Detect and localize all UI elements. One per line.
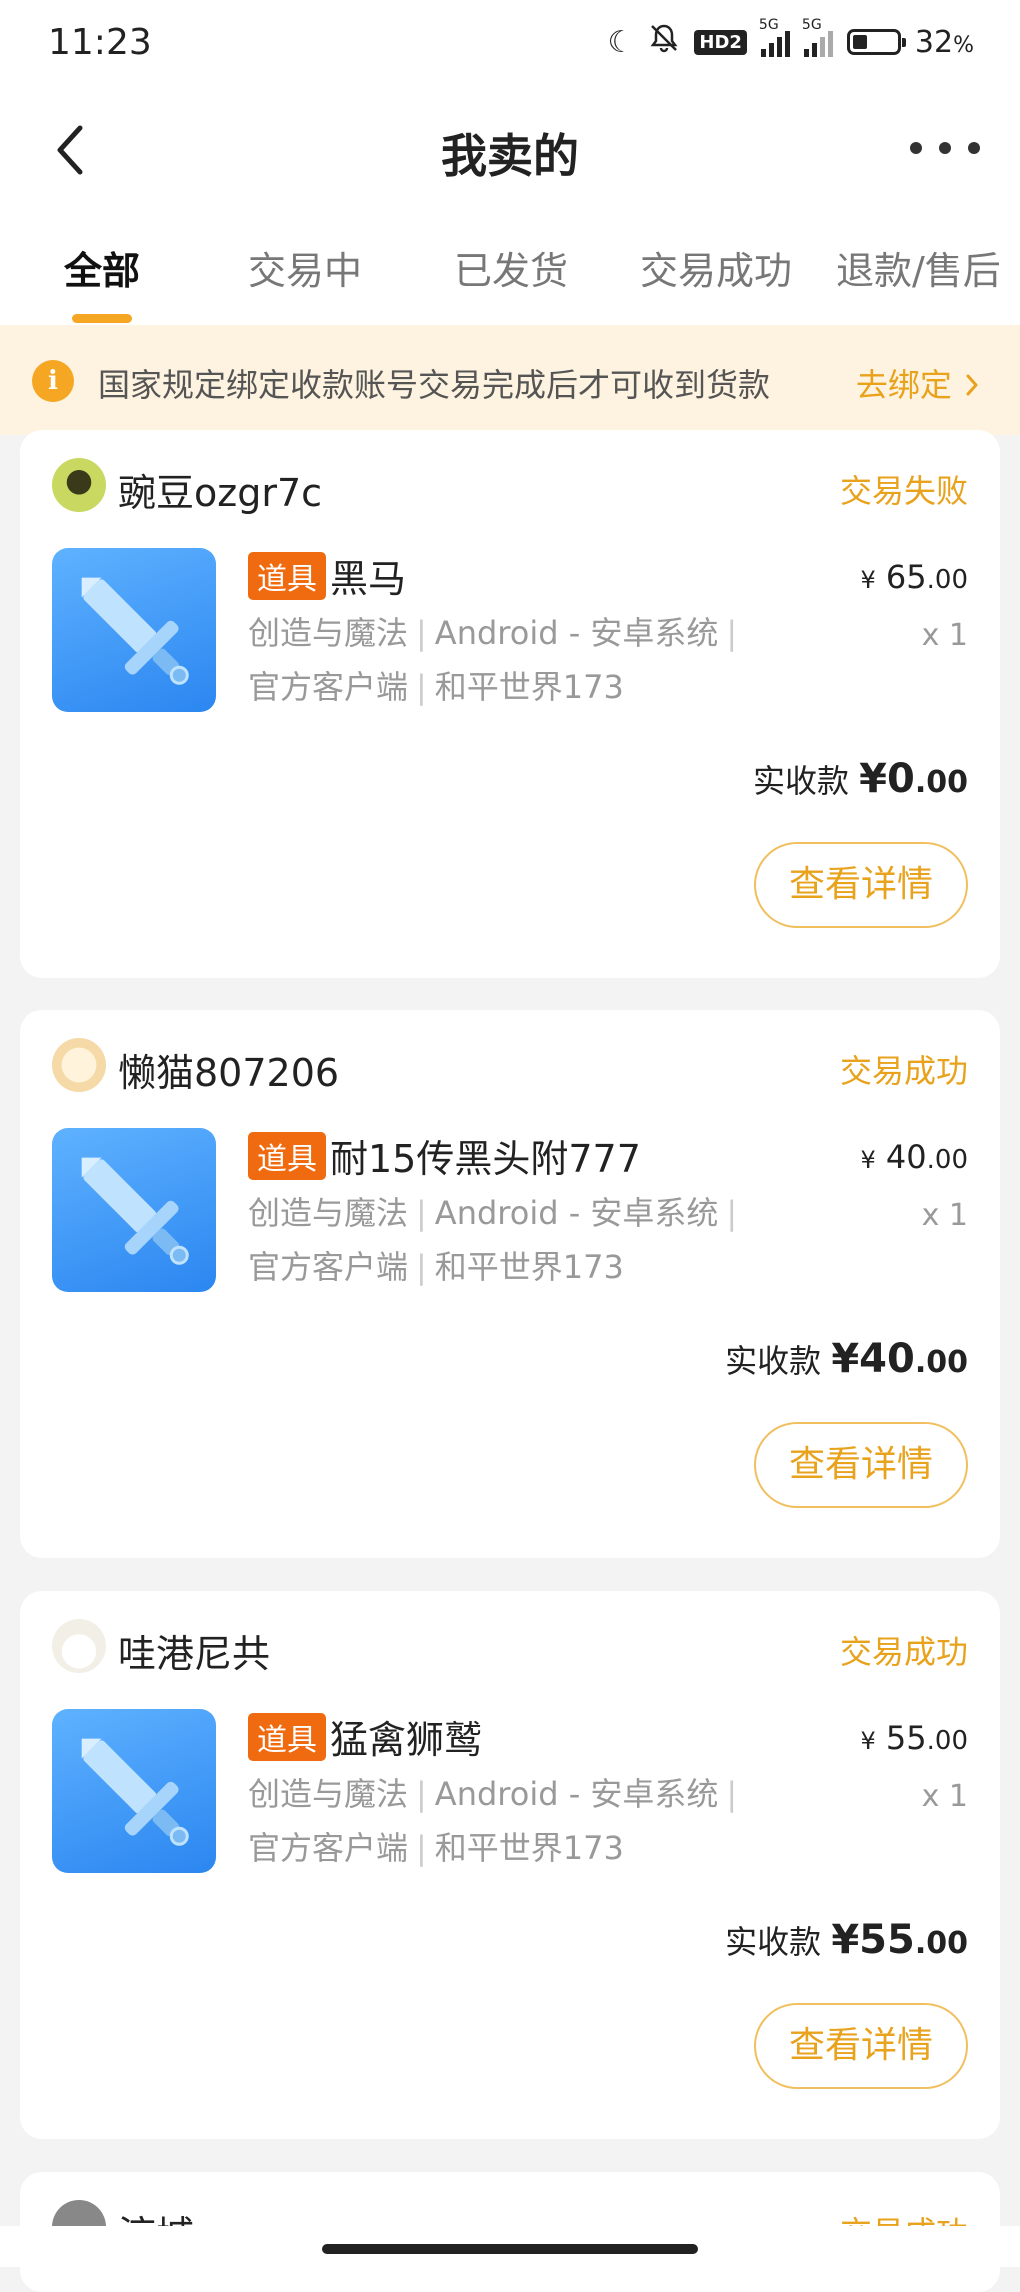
item-quantity: x 1 [921, 618, 968, 653]
view-details-button[interactable]: 查看详情 [754, 842, 968, 928]
item-meta-line-2: 官方客户端 | 和平世界173 [248, 1248, 624, 1286]
bind-account-link[interactable]: 去绑定 [856, 360, 982, 406]
sword-icon [81, 577, 189, 685]
network-label: 5G [758, 17, 779, 33]
received-amount: 实收款 ¥0.00 [752, 756, 968, 802]
moon-icon: ☾ [607, 24, 635, 60]
item-quantity: x 1 [921, 1779, 968, 1814]
bell-muted-icon [648, 22, 680, 62]
item-meta-line-1: 创造与魔法 | Android - 安卓系统 | [248, 1194, 738, 1232]
page-title: 我卖的 [441, 129, 579, 183]
seller-name[interactable]: 懒猫807206 [118, 1042, 339, 1097]
item-thumbnail[interactable] [52, 548, 216, 712]
status-bar: 11:23 ☾ HD2 5G 5G 32% [0, 0, 1020, 90]
item-title[interactable]: 黑马 [330, 548, 406, 603]
tab-success[interactable]: 交易成功 [640, 240, 792, 295]
more-button[interactable] [910, 128, 980, 168]
tab-bar: 全部 交易中 已发货 交易成功 退款/售后 [0, 210, 1020, 325]
seller-name[interactable]: 豌豆ozgr7c [118, 462, 322, 517]
order-card[interactable]: 哇港尼共 交易成功 道具 猛禽狮鹫 创造与魔法 | Android - 安卓系统 | … [20, 1591, 1000, 2139]
battery-icon [846, 29, 906, 55]
item-tag: 道具 [248, 1132, 326, 1180]
item-price: ¥ 55.00 [860, 1719, 968, 1757]
avatar[interactable] [52, 458, 106, 512]
received-amount: 实收款 ¥40.00 [725, 1336, 968, 1382]
item-price: ¥ 65.00 [860, 558, 968, 596]
sword-icon [81, 1157, 189, 1265]
item-tag: 道具 [248, 552, 326, 600]
item-quantity: x 1 [921, 1198, 968, 1233]
item-thumbnail[interactable] [52, 1709, 216, 1873]
battery-percent: 32% [914, 24, 974, 60]
item-title[interactable]: 耐15传黑头附777 [330, 1128, 641, 1183]
signal-icon-2: 5G [802, 17, 833, 57]
avatar[interactable] [52, 1619, 106, 1673]
hd-badge: HD2 [694, 29, 747, 55]
home-indicator[interactable] [322, 2244, 698, 2254]
item-meta-line-1: 创造与魔法 | Android - 安卓系统 | [248, 1775, 738, 1813]
network-label-2: 5G [801, 17, 822, 33]
view-details-button[interactable]: 查看详情 [754, 2003, 968, 2089]
sword-icon [81, 1738, 189, 1846]
info-icon: i [32, 360, 74, 402]
tab-refund[interactable]: 退款/售后 [836, 240, 1001, 295]
order-status: 交易成功 [839, 1052, 968, 1090]
view-details-button[interactable]: 查看详情 [754, 1422, 968, 1508]
header: 我卖的 [0, 90, 1020, 210]
status-icons: ☾ HD2 5G 5G 32% [607, 17, 974, 62]
item-title[interactable]: 猛禽狮鹫 [330, 1709, 482, 1764]
signal-icon: 5G [759, 17, 790, 57]
item-price: ¥ 40.00 [860, 1138, 968, 1176]
item-meta-line-1: 创造与魔法 | Android - 安卓系统 | [248, 614, 738, 652]
item-meta-line-2: 官方客户端 | 和平世界173 [248, 1829, 624, 1867]
received-amount: 实收款 ¥55.00 [725, 1917, 968, 1963]
item-tag: 道具 [248, 1713, 326, 1761]
item-meta-line-2: 官方客户端 | 和平世界173 [248, 668, 624, 706]
status-time: 11:23 [48, 22, 152, 63]
seller-name[interactable]: 哇港尼共 [118, 1623, 270, 1678]
item-thumbnail[interactable] [52, 1128, 216, 1292]
tab-in-progress[interactable]: 交易中 [248, 240, 362, 295]
tab-shipped[interactable]: 已发货 [454, 240, 568, 295]
avatar[interactable] [52, 1038, 106, 1092]
tab-all[interactable]: 全部 [64, 240, 140, 295]
order-card[interactable]: 豌豆ozgr7c 交易失败 道具 黑马 创造与魔法 | Android - 安卓系统… [20, 430, 1000, 978]
notice-banner: i 国家规定绑定收款账号交易完成后才可收到货款 去绑定 [0, 325, 1020, 435]
order-status: 交易成功 [839, 1633, 968, 1671]
order-status: 交易失败 [839, 472, 968, 510]
order-card[interactable]: 懒猫807206 交易成功 道具 耐15传黑头附777 创造与魔法 | Androi… [20, 1010, 1000, 1558]
chevron-right-icon [966, 374, 978, 396]
more-dots-icon [910, 142, 922, 154]
tab-indicator [72, 314, 132, 323]
notice-text: 国家规定绑定收款账号交易完成后才可收到货款 [98, 366, 771, 404]
